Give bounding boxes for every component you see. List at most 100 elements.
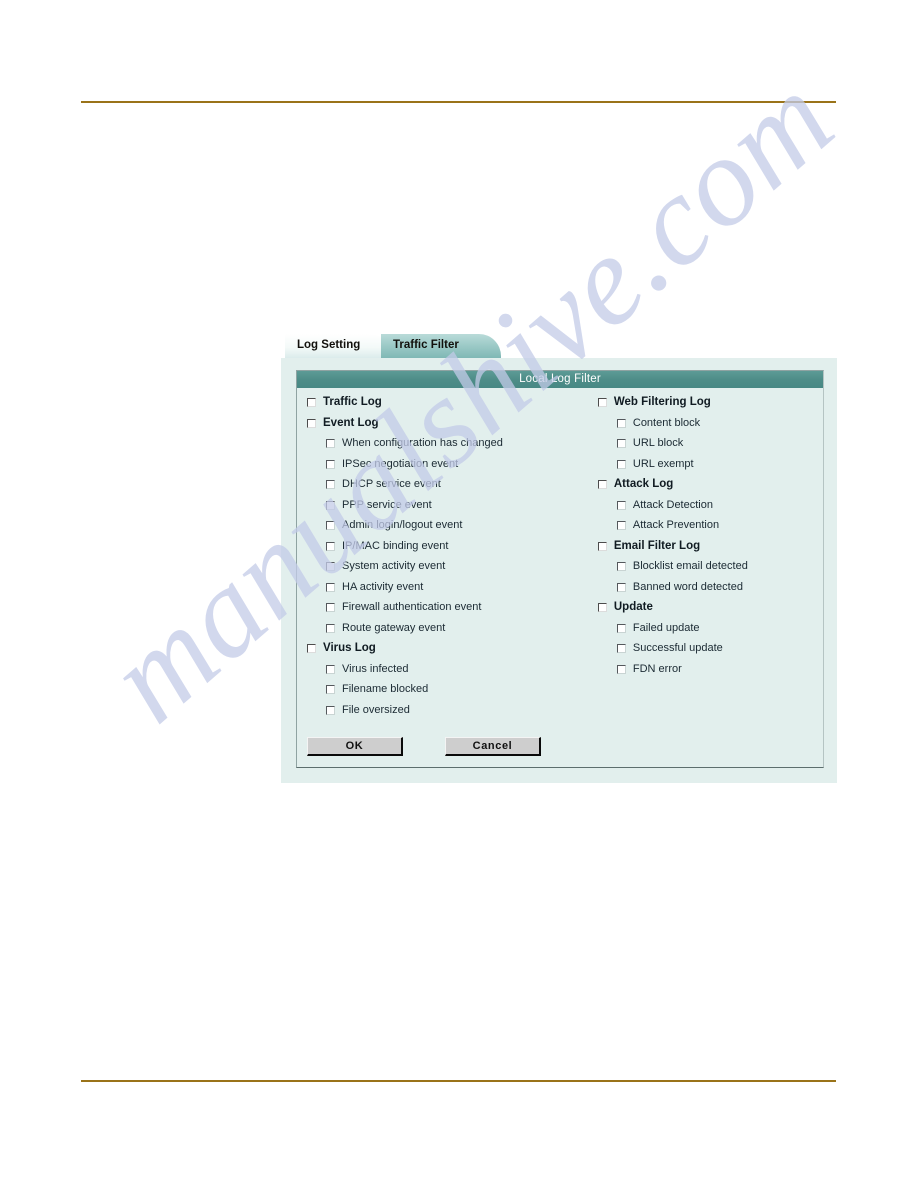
checkbox-row-ipsec-negotiation[interactable]: IPSec negotiation event (307, 457, 592, 478)
checkbox-row-failed-update[interactable]: Failed update (598, 621, 823, 642)
checkbox-icon[interactable] (326, 685, 335, 694)
tab-log-setting[interactable]: Log Setting (285, 334, 391, 358)
checkbox-label: IP/MAC binding event (342, 539, 449, 552)
checkbox-row-file-oversized[interactable]: File oversized (307, 703, 592, 724)
checkbox-icon[interactable] (616, 644, 626, 653)
checkbox-label: When configuration has changed (342, 437, 503, 449)
checkbox-label: Firewall authentication event (342, 601, 482, 613)
checkbox-row-attack-detection[interactable]: Attack Detection (598, 498, 823, 519)
checkbox-row-update[interactable]: Update (597, 600, 823, 621)
checkbox-icon[interactable] (326, 582, 335, 592)
checkbox-label: Filename blocked (342, 683, 429, 695)
checkbox-label: Content block (632, 416, 701, 429)
left-column: Traffic Log Event Log When configuration… (297, 395, 592, 723)
checkbox-label: Route gateway event (342, 621, 446, 634)
checkbox-icon[interactable] (616, 521, 626, 530)
page-footer-rule (81, 1080, 836, 1082)
checkbox-row-virus-infected[interactable]: Virus infected (307, 662, 592, 683)
checkbox-row-config-changed[interactable]: When configuration has changed (307, 436, 592, 457)
checkbox-label: Blocklist email detected (632, 560, 748, 572)
checkbox-label: Traffic Log (323, 396, 382, 408)
checkbox-icon[interactable] (307, 644, 316, 653)
checkbox-row-system-activity[interactable]: System activity event (307, 559, 592, 580)
checkbox-label: HA activity event (342, 580, 424, 593)
checkbox-icon[interactable] (597, 541, 607, 551)
checkbox-icon[interactable] (326, 521, 335, 530)
checkbox-label: Update (613, 601, 653, 613)
checkbox-icon[interactable] (326, 459, 335, 469)
checkbox-label: Admin login/logout event (342, 519, 463, 531)
checkbox-label: Virus Log (323, 642, 376, 654)
checkbox-label: Virus infected (342, 662, 409, 675)
checkbox-icon[interactable] (616, 459, 626, 469)
checkbox-label: Successful update (632, 642, 723, 654)
checkbox-row-event-log[interactable]: Event Log (307, 416, 592, 437)
checkbox-icon[interactable] (326, 562, 335, 571)
checkbox-icon[interactable] (597, 603, 607, 612)
checkbox-row-ha-activity[interactable]: HA activity event (307, 580, 592, 601)
checkbox-icon[interactable] (616, 582, 626, 592)
checkbox-row-ppp-service[interactable]: PPP service event (307, 498, 592, 519)
cancel-button[interactable]: Cancel (445, 737, 541, 756)
page-header-rule (81, 101, 836, 103)
checkbox-row-url-block[interactable]: URL block (598, 436, 823, 457)
checkbox-row-email-filter-log[interactable]: Email Filter Log (597, 539, 823, 560)
checkbox-row-filename-blocked[interactable]: Filename blocked (307, 682, 592, 703)
checkbox-row-dhcp-service[interactable]: DHCP service event (307, 477, 592, 498)
checkbox-row-admin-login-logout[interactable]: Admin login/logout event (307, 518, 592, 539)
checkbox-icon[interactable] (326, 623, 335, 633)
checkbox-icon[interactable] (597, 480, 607, 489)
panel-container: Local Log Filter Traffic Log Event Log W… (281, 358, 837, 783)
checkbox-icon[interactable] (307, 398, 316, 407)
checkbox-icon[interactable] (616, 418, 626, 428)
checkbox-row-virus-log[interactable]: Virus Log (307, 641, 592, 662)
checkbox-row-fdn-error[interactable]: FDN error (598, 662, 823, 683)
panel-title: Local Log Filter (297, 371, 823, 388)
checkbox-row-content-block[interactable]: Content block (598, 416, 823, 437)
checkbox-icon[interactable] (326, 664, 335, 674)
checkbox-label: System activity event (342, 560, 446, 572)
checkbox-icon[interactable] (616, 664, 626, 674)
checkbox-icon[interactable] (326, 541, 335, 551)
checkbox-label: Event Log (323, 416, 379, 429)
checkbox-icon[interactable] (326, 705, 335, 715)
ok-button[interactable]: OK (307, 737, 403, 756)
button-row: OK Cancel (297, 723, 823, 767)
checkbox-row-ip-mac-binding[interactable]: IP/MAC binding event (307, 539, 592, 560)
checkbox-label: Attack Log (613, 478, 674, 490)
checkbox-icon[interactable] (326, 480, 335, 489)
panel-body: Traffic Log Event Log When configuration… (297, 388, 823, 723)
checkbox-row-firewall-authentication[interactable]: Firewall authentication event (307, 600, 592, 621)
checkbox-label: File oversized (342, 703, 410, 716)
checkbox-icon[interactable] (326, 603, 335, 612)
log-filter-screenshot: Log Setting Traffic Filter Local Log Fil… (281, 334, 837, 783)
checkbox-icon[interactable] (616, 500, 626, 510)
checkbox-row-web-filtering-log[interactable]: Web Filtering Log (597, 395, 823, 416)
checkbox-icon[interactable] (597, 398, 607, 407)
checkbox-row-attack-prevention[interactable]: Attack Prevention (598, 518, 823, 539)
checkbox-icon[interactable] (616, 623, 626, 633)
checkbox-row-successful-update[interactable]: Successful update (598, 641, 823, 662)
checkbox-icon[interactable] (307, 418, 316, 428)
checkbox-icon[interactable] (616, 562, 626, 571)
checkbox-row-blocklist-email-detected[interactable]: Blocklist email detected (598, 559, 823, 580)
tab-traffic-filter-label: Traffic Filter (393, 339, 459, 351)
checkbox-label: Attack Prevention (632, 519, 720, 531)
checkbox-label: IPSec negotiation event (342, 457, 459, 470)
checkbox-icon[interactable] (326, 500, 335, 510)
checkbox-label: URL block (632, 437, 684, 449)
checkbox-row-traffic-log[interactable]: Traffic Log (307, 395, 592, 416)
checkbox-icon[interactable] (326, 439, 335, 448)
checkbox-label: Failed update (632, 621, 700, 634)
checkbox-row-route-gateway[interactable]: Route gateway event (307, 621, 592, 642)
checkbox-row-url-exempt[interactable]: URL exempt (598, 457, 823, 478)
tab-bar: Log Setting Traffic Filter (285, 334, 837, 358)
tab-traffic-filter[interactable]: Traffic Filter (381, 334, 501, 358)
checkbox-icon[interactable] (616, 439, 626, 448)
checkbox-row-attack-log[interactable]: Attack Log (597, 477, 823, 498)
tab-log-setting-label: Log Setting (297, 339, 361, 351)
checkbox-label: DHCP service event (342, 478, 441, 490)
checkbox-label: Web Filtering Log (613, 396, 711, 408)
checkbox-label: FDN error (632, 662, 682, 675)
checkbox-row-banned-word-detected[interactable]: Banned word detected (598, 580, 823, 601)
